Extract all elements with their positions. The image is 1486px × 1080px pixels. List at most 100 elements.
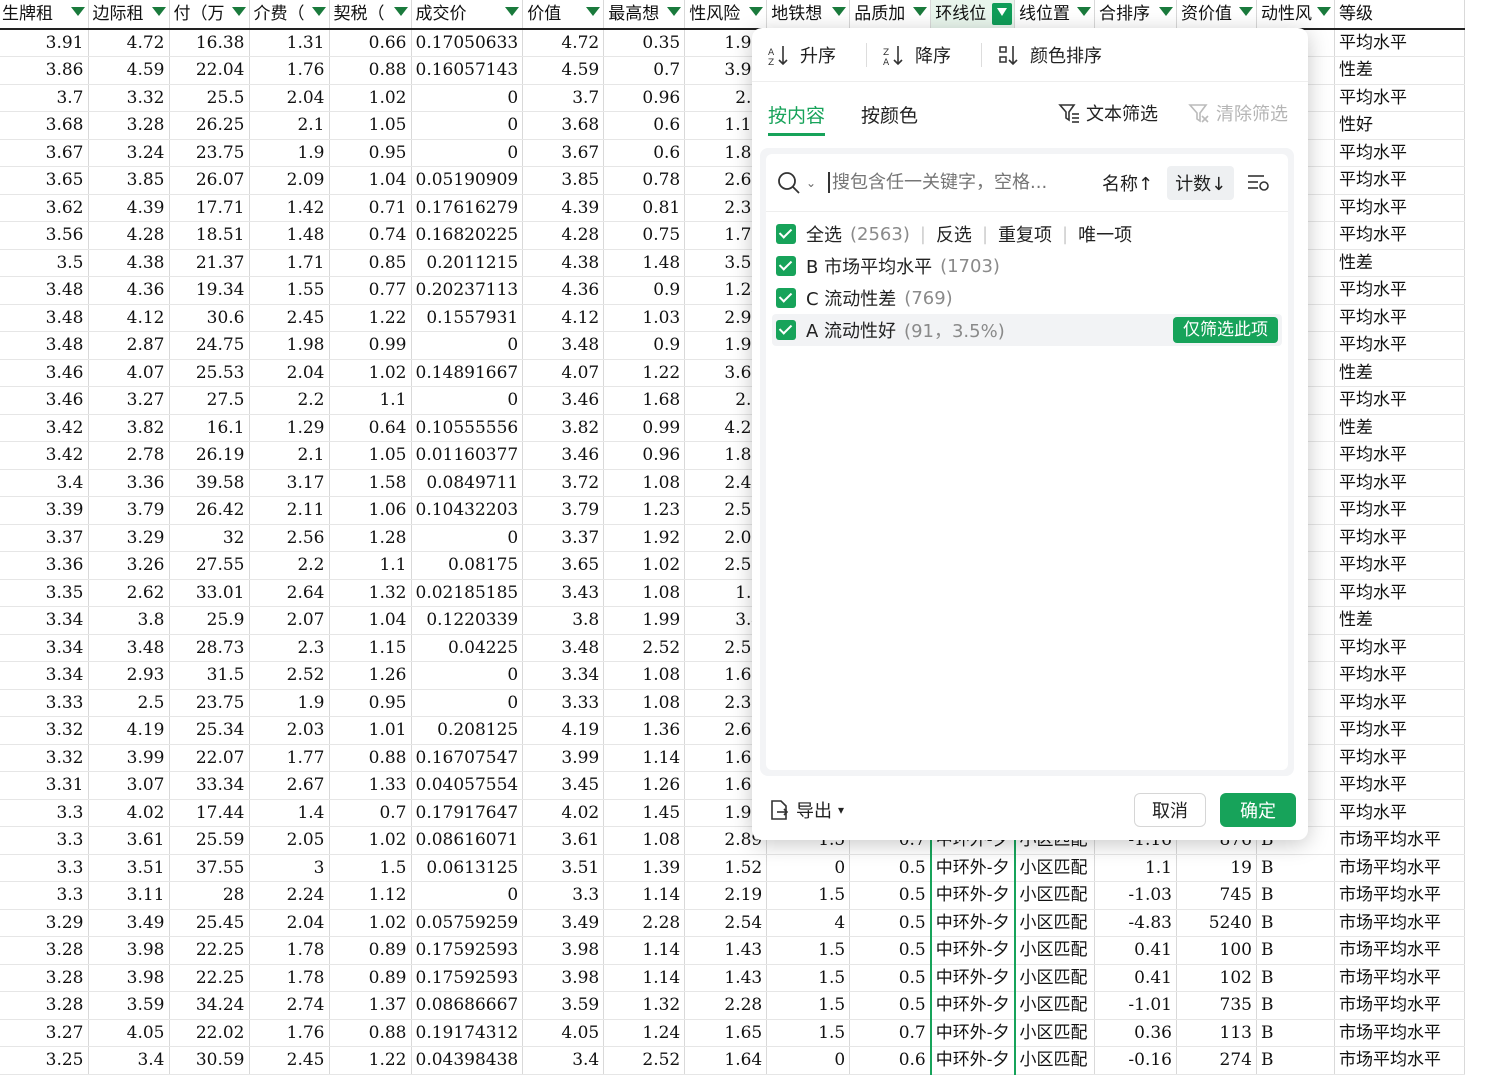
table-cell[interactable]: 0.04398438: [411, 1046, 524, 1075]
table-cell[interactable]: 4.02: [522, 799, 605, 827]
filter-only-this-button[interactable]: 仅筛选此项: [1173, 317, 1278, 343]
table-cell[interactable]: 0.96: [603, 441, 686, 470]
table-cell[interactable]: 1.98: [249, 331, 330, 360]
table-cell[interactable]: 0.17592593: [411, 936, 524, 965]
table-cell[interactable]: 0.16820225: [411, 221, 524, 250]
search-icon[interactable]: [776, 170, 802, 196]
table-cell[interactable]: 平均水平: [1334, 496, 1465, 525]
table-cell[interactable]: 1.52: [684, 854, 768, 882]
table-cell[interactable]: 3.91: [0, 29, 89, 57]
table-cell[interactable]: 1.43: [684, 936, 768, 965]
table-cell[interactable]: 1.37: [329, 991, 412, 1020]
table-cell[interactable]: 1.92: [603, 524, 686, 552]
duplicates-button[interactable]: 重复项: [998, 221, 1052, 247]
table-cell[interactable]: 0.81: [603, 194, 686, 222]
table-cell[interactable]: -4.83: [1094, 909, 1177, 937]
table-cell[interactable]: 1.39: [603, 854, 686, 882]
table-cell[interactable]: 3.7: [0, 84, 89, 112]
table-cell[interactable]: 1.9: [249, 139, 330, 167]
table-cell[interactable]: 3.98: [522, 964, 605, 992]
column-header[interactable]: 线位置: [1014, 0, 1095, 30]
table-cell[interactable]: 平均水平: [1334, 194, 1465, 222]
item-checkbox[interactable]: [776, 288, 796, 308]
table-cell[interactable]: 1.06: [329, 496, 412, 525]
table-cell[interactable]: 19.34: [169, 276, 250, 305]
table-cell[interactable]: 1.5: [329, 854, 412, 882]
table-cell[interactable]: 2.04: [249, 84, 330, 112]
table-cell[interactable]: 3.45: [522, 771, 605, 800]
table-cell[interactable]: 2.2: [249, 386, 330, 415]
filter-dropdown-icon[interactable]: [913, 7, 928, 16]
table-cell[interactable]: 3.59: [88, 991, 170, 1020]
table-cell[interactable]: 1.28: [329, 524, 412, 552]
table-cell[interactable]: 23.75: [169, 689, 250, 717]
table-cell[interactable]: 2.07: [249, 606, 330, 635]
table-cell[interactable]: 4.38: [88, 249, 170, 277]
table-cell[interactable]: 中环外-夕: [929, 909, 1016, 937]
table-cell[interactable]: 中环外-夕: [929, 1019, 1016, 1047]
column-header[interactable]: 合排序: [1094, 0, 1177, 30]
table-cell[interactable]: 小区匹配: [1014, 854, 1095, 882]
column-header[interactable]: 性风险: [684, 0, 768, 30]
table-cell[interactable]: 2.04: [249, 359, 330, 387]
invert-selection-button[interactable]: 反选: [936, 221, 972, 247]
table-cell[interactable]: 4.19: [522, 716, 605, 745]
table-cell[interactable]: 小区匹配: [1014, 964, 1095, 992]
filter-dropdown-icon[interactable]: [586, 7, 601, 16]
filter-dropdown-icon[interactable]: [231, 7, 246, 16]
table-cell[interactable]: 0.96: [603, 84, 686, 112]
table-cell[interactable]: 市场平均水平: [1334, 1046, 1465, 1075]
table-cell[interactable]: 3.48: [0, 276, 89, 305]
table-cell[interactable]: 0.88: [329, 56, 412, 85]
table-cell[interactable]: 2.74: [249, 991, 330, 1020]
table-cell[interactable]: 3.3: [522, 881, 605, 910]
table-cell[interactable]: 3.98: [88, 936, 170, 965]
table-cell[interactable]: 1.68: [603, 386, 686, 415]
table-cell[interactable]: 31.5: [169, 661, 250, 690]
table-cell[interactable]: 0.0849711: [411, 469, 524, 497]
table-cell[interactable]: 0.36: [1094, 1019, 1177, 1047]
filter-dropdown-icon[interactable]: [1239, 7, 1253, 16]
table-cell[interactable]: 4: [766, 909, 851, 937]
column-header[interactable]: 成交价: [411, 0, 524, 30]
table-cell[interactable]: 0.5: [849, 854, 932, 882]
table-cell[interactable]: 平均水平: [1334, 221, 1465, 250]
table-cell[interactable]: 1.24: [603, 1019, 686, 1047]
table-cell[interactable]: 0.2011215: [411, 249, 524, 277]
table-cell[interactable]: 0.1220339: [411, 606, 524, 635]
table-cell[interactable]: 3.42: [0, 414, 89, 442]
table-cell[interactable]: 1.26: [329, 661, 412, 690]
table-cell[interactable]: 3.31: [0, 771, 89, 800]
table-cell[interactable]: 0.85: [329, 249, 412, 277]
table-cell[interactable]: 1.31: [249, 29, 330, 57]
table-cell[interactable]: 1.33: [329, 771, 412, 800]
table-cell[interactable]: 1.29: [249, 414, 330, 442]
table-cell[interactable]: 4.39: [88, 194, 170, 222]
table-cell[interactable]: 0.99: [603, 414, 686, 442]
table-cell[interactable]: 745: [1176, 881, 1257, 910]
table-cell[interactable]: 1.65: [684, 1019, 768, 1047]
list-settings-icon[interactable]: [1246, 171, 1270, 195]
table-cell[interactable]: 1.32: [329, 579, 412, 607]
table-cell[interactable]: 0: [411, 84, 524, 112]
table-cell[interactable]: 小区匹配: [1014, 991, 1095, 1020]
table-cell[interactable]: 小区匹配: [1014, 936, 1095, 965]
table-cell[interactable]: 3.61: [522, 826, 605, 855]
table-cell[interactable]: 0.5: [849, 909, 932, 937]
list-item[interactable]: B 市场平均水平 (1703): [772, 250, 1282, 282]
table-cell[interactable]: 2.04: [249, 909, 330, 937]
table-cell[interactable]: 3.4: [88, 1046, 170, 1075]
table-cell[interactable]: 2.03: [249, 716, 330, 745]
table-cell[interactable]: 2.2: [249, 551, 330, 580]
table-cell[interactable]: 性差: [1334, 359, 1465, 387]
filter-dropdown-icon[interactable]: [70, 7, 85, 16]
list-item[interactable]: A 流动性好 (91，3.5%) 仅筛选此项: [772, 314, 1282, 346]
table-cell[interactable]: 3.49: [88, 909, 170, 937]
table-cell[interactable]: 3.48: [522, 331, 605, 360]
table-cell[interactable]: 0.17592593: [411, 964, 524, 992]
table-cell[interactable]: 4.12: [522, 304, 605, 332]
table-cell[interactable]: 4.07: [522, 359, 605, 387]
table-cell[interactable]: 3.24: [88, 139, 170, 167]
table-cell[interactable]: 性好: [1334, 111, 1465, 140]
table-cell[interactable]: 1.32: [603, 991, 686, 1020]
